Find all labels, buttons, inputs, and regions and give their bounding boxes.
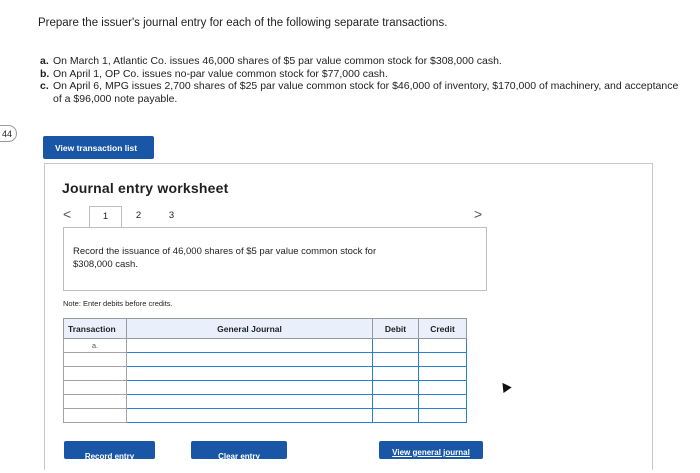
account-input[interactable] — [126, 338, 373, 353]
column-header-credit: Credit — [418, 318, 467, 339]
transaction-cell — [63, 408, 127, 423]
transaction-cell — [63, 380, 127, 395]
transaction-cell — [63, 394, 127, 409]
table-row — [63, 408, 467, 423]
view-general-journal-label: View general journal — [392, 447, 470, 457]
credit-input[interactable] — [418, 408, 467, 423]
credit-input[interactable] — [418, 338, 467, 353]
tab-2[interactable]: 2 — [122, 206, 155, 228]
worksheet-title: Journal entry worksheet — [62, 180, 229, 196]
record-entry-label: Record entry — [84, 452, 135, 459]
column-header-general-journal: General Journal — [126, 318, 373, 339]
transaction-item-c: c. On April 6, MPG issues 2,700 shares o… — [40, 80, 680, 105]
credit-input[interactable] — [418, 366, 467, 381]
item-label: a. — [40, 55, 49, 67]
view-transaction-list-button[interactable]: View transaction list — [43, 136, 154, 159]
question-title: Prepare the issuer's journal entry for e… — [38, 17, 448, 29]
account-input[interactable] — [126, 394, 373, 409]
transaction-list: a. On March 1, Atlantic Co. issues 46,00… — [40, 55, 680, 105]
item-label: b. — [40, 67, 50, 80]
debit-input[interactable] — [372, 380, 419, 395]
view-general-journal-button[interactable]: View general journal — [379, 441, 483, 459]
credit-input[interactable] — [418, 380, 467, 395]
previous-arrow-icon[interactable]: < — [63, 206, 71, 222]
debit-input[interactable] — [372, 408, 419, 423]
transaction-item-b: b. On April 1, OP Co. issues no-par valu… — [40, 68, 680, 81]
account-input[interactable] — [126, 380, 373, 395]
transaction-cell: a. — [63, 338, 127, 353]
table-row — [63, 352, 467, 367]
debit-input[interactable] — [372, 338, 419, 353]
account-input[interactable] — [126, 408, 373, 423]
credit-input[interactable] — [418, 394, 467, 409]
entry-note: Note: Enter debits before credits. — [63, 299, 173, 308]
transaction-cell — [63, 352, 127, 367]
next-arrow-icon[interactable]: > — [474, 206, 482, 222]
clear-entry-button[interactable]: Clear entry — [191, 441, 287, 459]
journal-table: Transaction General Journal Debit Credit… — [63, 318, 467, 423]
table-row — [63, 380, 467, 395]
item-text: On April 1, OP Co. issues no-par value c… — [53, 67, 388, 80]
account-input[interactable] — [126, 352, 373, 367]
credit-input[interactable] — [418, 352, 467, 367]
table-row — [63, 394, 467, 409]
column-header-transaction: Transaction — [63, 318, 127, 339]
side-timer-badge: 44 — [0, 125, 17, 142]
column-header-debit: Debit — [372, 318, 419, 339]
worksheet-tabs: 1 2 3 — [89, 206, 188, 228]
table-row: a. — [63, 338, 467, 353]
item-text: On April 6, MPG issues 2,700 shares of $… — [53, 80, 679, 105]
account-input[interactable] — [126, 366, 373, 381]
instruction-text: Record the issuance of 46,000 shares of … — [73, 246, 377, 270]
tab-1[interactable]: 1 — [89, 206, 122, 228]
debit-input[interactable] — [372, 394, 419, 409]
tab-3[interactable]: 3 — [155, 206, 188, 228]
item-label: c. — [40, 80, 49, 92]
table-header-row: Transaction General Journal Debit Credit — [63, 318, 467, 339]
debit-input[interactable] — [372, 352, 419, 367]
table-row — [63, 366, 467, 381]
record-entry-button[interactable]: Record entry — [64, 441, 155, 459]
transaction-cell — [63, 366, 127, 381]
item-text: On March 1, Atlantic Co. issues 46,000 s… — [53, 55, 502, 67]
transaction-item-a: a. On March 1, Atlantic Co. issues 46,00… — [40, 55, 680, 68]
debit-input[interactable] — [372, 366, 419, 381]
clear-entry-label: Clear entry — [218, 452, 260, 459]
